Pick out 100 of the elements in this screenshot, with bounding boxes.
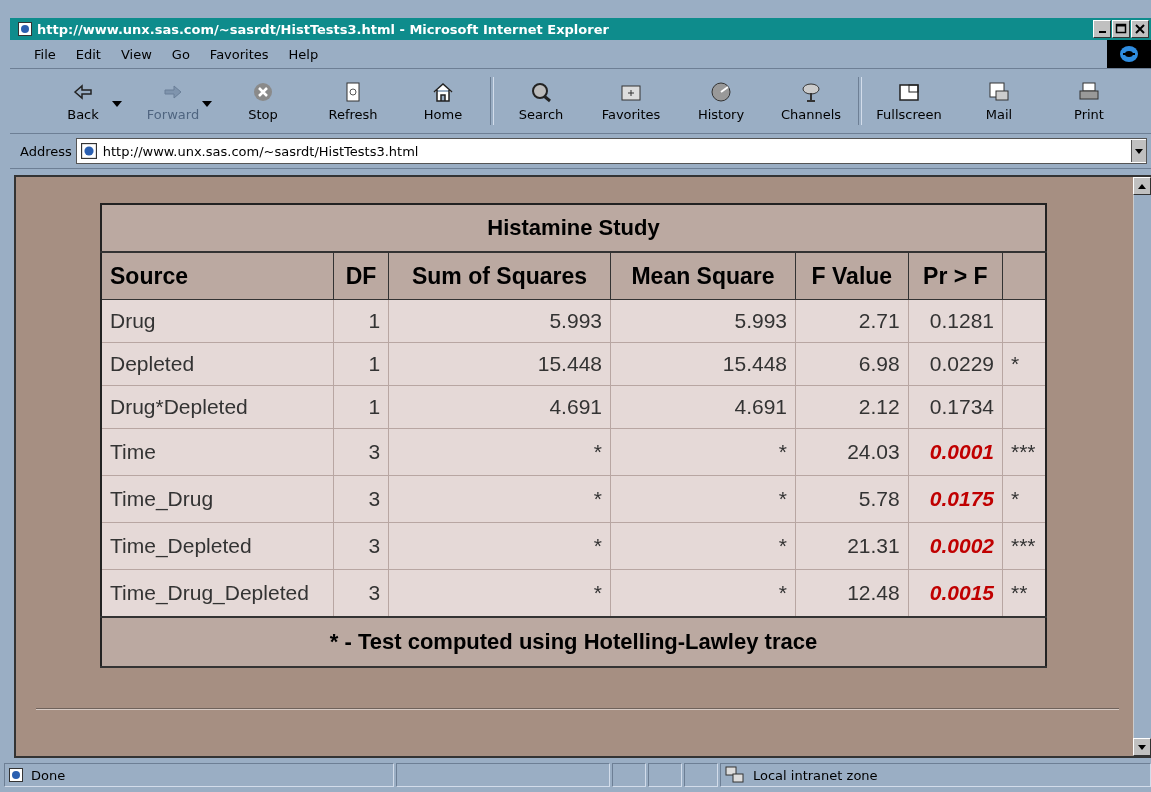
dropdown-arrow-icon[interactable] <box>112 100 122 107</box>
caret-icon <box>1135 148 1143 154</box>
table-cell: 0.1734 <box>908 385 1003 429</box>
zone-text: Local intranet zone <box>753 767 878 783</box>
table-cell: * <box>1002 342 1046 386</box>
table-cell: 24.03 <box>795 428 909 476</box>
table-cell: * <box>610 428 796 476</box>
table-cell: ** <box>1002 569 1046 617</box>
menu-item[interactable]: Help <box>278 46 329 62</box>
table-cell: 3 <box>333 475 389 523</box>
table-cell: * <box>388 569 611 617</box>
table-cell: Time_Depleted <box>101 522 334 570</box>
browser-logo <box>1107 40 1151 68</box>
up-arrow-icon <box>1138 183 1146 189</box>
toolbar-button[interactable]: Favorites <box>586 76 676 126</box>
table-cell: *** <box>1002 522 1046 570</box>
status-panel <box>612 763 646 787</box>
column-header: F Value <box>795 252 909 300</box>
column-header: Source <box>101 252 334 300</box>
window-title: http://www.unx.sas.com/~sasrdt/HistTests3.html - Microsoft Internet Explorer <box>37 21 610 37</box>
table-cell: Time <box>101 428 334 476</box>
table-cell: * <box>388 522 611 570</box>
maximize-icon <box>1115 23 1127 35</box>
table-cell: 2.12 <box>795 385 909 429</box>
menu-item[interactable]: View <box>110 46 162 62</box>
table-cell: * <box>388 475 611 523</box>
menu-item[interactable]: Go <box>161 46 200 62</box>
mail-icon <box>987 80 1011 103</box>
address-label: Address <box>19 143 72 159</box>
clock-icon <box>709 80 733 103</box>
status-text: Done <box>31 767 66 783</box>
table-cell: 0.0001 <box>908 428 1003 476</box>
status-panel <box>684 763 718 787</box>
toolbar-button[interactable]: Channels <box>766 76 856 126</box>
address-field[interactable]: http://www.unx.sas.com/~sasrdt/HistTests3.html <box>75 138 1147 164</box>
table-cell: 3 <box>333 522 389 570</box>
column-header: Mean Square <box>610 252 796 300</box>
table-cell: * <box>610 522 796 570</box>
menu-item[interactable]: Edit <box>65 46 111 62</box>
minimize-button[interactable] <box>1093 20 1111 38</box>
menu-item[interactable]: File <box>24 46 66 62</box>
page-icon <box>80 143 97 159</box>
toolbar-button[interactable]: Back <box>38 76 128 126</box>
table-cell: 0.0175 <box>908 475 1003 523</box>
toolbar-button[interactable]: History <box>676 76 766 126</box>
table-title: Histamine Study <box>101 204 1046 252</box>
dropdown-button[interactable] <box>1131 140 1146 162</box>
column-header: Sum of Squares <box>388 252 611 300</box>
column-header: DF <box>333 252 389 300</box>
table-cell: 5.78 <box>795 475 909 523</box>
table-cell: 0.0002 <box>908 522 1003 570</box>
search-icon <box>529 80 553 103</box>
table-cell: 0.0229 <box>908 342 1003 386</box>
table-cell: 3 <box>333 569 389 617</box>
minimize-icon <box>1098 31 1106 33</box>
table-cell: 4.691 <box>388 385 611 429</box>
toolbar-button[interactable]: Search <box>496 76 586 126</box>
table-cell: Time_Drug_Depleted <box>101 569 334 617</box>
table-cell: Drug*Depleted <box>101 385 334 429</box>
scroll-down-button[interactable] <box>1133 738 1151 756</box>
column-header: Pr > F <box>908 252 1003 300</box>
table-cell: *** <box>1002 428 1046 476</box>
printer-icon <box>1077 80 1101 103</box>
page-icon <box>9 768 23 782</box>
table-cell: 21.31 <box>795 522 909 570</box>
close-button[interactable] <box>1131 20 1149 38</box>
table-cell: 1 <box>333 342 389 386</box>
table-cell: * <box>1002 475 1046 523</box>
table-cell: 1 <box>333 385 389 429</box>
maximize-button[interactable] <box>1112 20 1130 38</box>
table-cell: * <box>610 569 796 617</box>
table-cell: 0.0015 <box>908 569 1003 617</box>
table-cell: 6.98 <box>795 342 909 386</box>
table-cell: Depleted <box>101 342 334 386</box>
table-cell: 5.993 <box>388 299 611 343</box>
table-cell: 4.691 <box>610 385 796 429</box>
status-panel <box>648 763 682 787</box>
toolbar-button[interactable]: Fullscreen <box>864 76 954 126</box>
table-cell: 5.993 <box>610 299 796 343</box>
toolbar-button[interactable]: Mail <box>954 76 1044 126</box>
toolbar-button[interactable]: Print <box>1044 76 1134 126</box>
network-icon <box>725 766 745 784</box>
menu-item[interactable]: Favorites <box>199 46 279 62</box>
table-footnote: * - Test computed using Hotelling-Lawley trace <box>101 617 1046 667</box>
table-cell: Time_Drug <box>101 475 334 523</box>
down-arrow-icon <box>1138 744 1146 750</box>
table-cell: 0.1281 <box>908 299 1003 343</box>
close-icon <box>1134 23 1146 35</box>
home-icon <box>431 80 455 103</box>
scroll-up-button[interactable] <box>1133 177 1151 195</box>
table-cell: * <box>388 428 611 476</box>
table-cell: 3 <box>333 428 389 476</box>
table-cell: * <box>610 475 796 523</box>
toolbar-button[interactable]: Refresh <box>308 76 398 126</box>
table-cell: Drug <box>101 299 334 343</box>
table-cell: 12.48 <box>795 569 909 617</box>
scrollbar[interactable] <box>1133 177 1151 756</box>
toolbar-button[interactable]: Home <box>398 76 488 126</box>
toolbar-button[interactable]: Stop <box>218 76 308 126</box>
table-cell: 1 <box>333 299 389 343</box>
